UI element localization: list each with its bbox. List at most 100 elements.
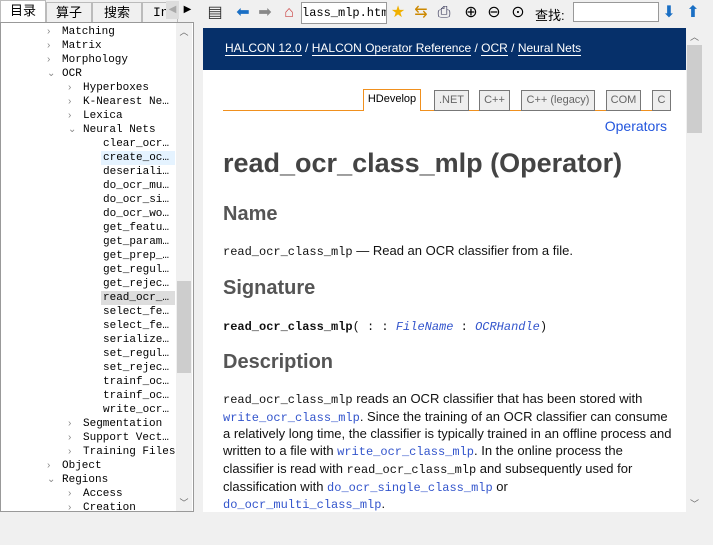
chevron-down-icon[interactable]: ⌄ (68, 123, 78, 137)
tree-item[interactable]: set_rejec… (101, 361, 175, 375)
description-heading: Description (223, 351, 334, 373)
tree-item[interactable]: get_param… (101, 235, 175, 249)
chevron-right-icon[interactable]: › (68, 109, 78, 123)
chevron-right-icon[interactable]: › (68, 81, 78, 95)
tab-search[interactable]: 搜索 (92, 2, 142, 23)
scroll-down-icon[interactable]: ﹀ (686, 497, 703, 510)
tree-item[interactable]: Training Files (81, 445, 177, 459)
breadcrumb-link-reference[interactable]: HALCON Operator Reference (311, 41, 472, 56)
tree-item[interactable]: trainf_oc… (101, 375, 175, 389)
document-scrollbar-thumb[interactable] (687, 45, 702, 133)
zoom-in-icon[interactable]: ⊕ (461, 3, 481, 23)
signature-heading: Signature (223, 277, 316, 299)
print-icon[interactable]: ⎙ (434, 3, 454, 23)
tree-item[interactable]: Matching (60, 25, 117, 39)
param-ocrhandle[interactable]: OCRHandle (475, 320, 540, 334)
tree-item[interactable]: Access (81, 487, 125, 501)
signature-open: ( : : (352, 320, 396, 334)
tree-item[interactable]: deseriali… (101, 165, 175, 179)
tree-item[interactable]: get_rejec… (101, 277, 175, 291)
tree-item[interactable]: do_ocr_si… (101, 193, 175, 207)
tab-c[interactable]: C (652, 90, 671, 111)
tree-item[interactable]: Support Vect… (81, 431, 171, 445)
scroll-up-icon[interactable]: ︿ (176, 25, 192, 38)
signature-close: ) (539, 320, 548, 334)
tree-item[interactable]: Neural Nets (81, 123, 158, 137)
signature-sep: : (453, 320, 476, 334)
tree-item[interactable]: select_fe… (101, 305, 175, 319)
chevron-right-icon[interactable]: › (47, 25, 57, 39)
toggle-sidebar-icon[interactable]: ▤ (205, 3, 225, 23)
link-do-ocr-single-class-mlp[interactable]: do_ocr_single_class_mlp (327, 481, 493, 495)
link-write-ocr-class-mlp[interactable]: write_ocr_class_mlp (223, 411, 360, 425)
tree-item[interactable]: Morphology (60, 53, 130, 67)
back-arrow-icon[interactable]: ⬅ (233, 3, 253, 23)
scroll-down-icon[interactable]: ﹀ (176, 496, 192, 509)
link-do-ocr-multi-class-mlp[interactable]: do_ocr_multi_class_mlp (223, 498, 381, 512)
sync-toc-icon[interactable]: ⇆ (411, 3, 431, 23)
chevron-down-icon[interactable]: ⌄ (47, 473, 57, 487)
tree-item[interactable]: OCR (60, 67, 84, 81)
chevron-right-icon[interactable]: › (68, 431, 78, 445)
tab-dotnet[interactable]: .NET (434, 90, 469, 111)
tree-item[interactable]: do_ocr_mu… (101, 179, 175, 193)
tree-item[interactable]: Creation (81, 501, 138, 511)
tree-item[interactable]: get_featu… (101, 221, 175, 235)
breadcrumb-link-neural-nets[interactable]: Neural Nets (517, 41, 582, 56)
tree-scrollbar[interactable]: ︿ ﹀ (176, 23, 192, 511)
favorites-star-icon[interactable]: ★ (388, 3, 408, 23)
chevron-right-icon[interactable]: › (68, 95, 78, 109)
home-icon[interactable]: ⌂ (279, 3, 299, 23)
breadcrumb-link-halcon[interactable]: HALCON 12.0 (225, 41, 302, 56)
tab-scroll-left-button[interactable]: ◀ (166, 1, 179, 19)
chevron-right-icon[interactable]: › (47, 39, 57, 53)
tree-item[interactable]: read_ocr_… (101, 291, 175, 305)
scroll-up-icon[interactable]: ︿ (686, 30, 703, 43)
document-scrollbar[interactable]: ︿ ﹀ (686, 28, 703, 512)
chevron-right-icon[interactable]: › (68, 487, 78, 501)
chevron-right-icon[interactable]: › (68, 417, 78, 431)
zoom-out-icon[interactable]: ⊖ (484, 3, 504, 23)
find-next-icon[interactable]: ⬇ (659, 3, 679, 23)
tree-item[interactable]: get_prep_… (101, 249, 175, 263)
chevron-right-icon[interactable]: › (68, 445, 78, 459)
tree-item[interactable]: select_fe… (101, 319, 175, 333)
forward-arrow-icon[interactable]: ➡ (255, 3, 275, 23)
breadcrumb-link-ocr[interactable]: OCR (481, 41, 508, 56)
tree-item[interactable]: Hyperboxes (81, 81, 151, 95)
chevron-down-icon[interactable]: ⌄ (47, 67, 57, 81)
tree-item[interactable]: Segmentation (81, 417, 164, 431)
tree-item[interactable]: Matrix (60, 39, 104, 53)
tree-item[interactable]: trainf_oc… (101, 389, 175, 403)
tree-item[interactable]: serialize… (101, 333, 175, 347)
param-filename[interactable]: FileName (396, 320, 454, 334)
tree-item[interactable]: write_ocr… (101, 403, 175, 417)
find-previous-icon[interactable]: ⬆ (683, 3, 703, 23)
chevron-right-icon[interactable]: › (47, 459, 57, 473)
tab-hdevelop[interactable]: HDevelop (363, 89, 421, 111)
tree-item[interactable]: Lexica (81, 109, 125, 123)
tree-item[interactable]: K-Nearest Ne… (81, 95, 171, 109)
address-field[interactable]: lass_mlp.html (301, 2, 387, 24)
tab-cpp[interactable]: C++ (479, 90, 510, 111)
tree-item[interactable]: get_regul… (101, 263, 175, 277)
tree-item[interactable]: do_ocr_wo… (101, 207, 175, 221)
tree-scrollbar-thumb[interactable] (177, 281, 191, 373)
tree-item[interactable]: Regions (60, 473, 110, 487)
link-write-ocr-class-mlp[interactable]: write_ocr_class_mlp (337, 445, 474, 459)
tab-scroll-right-button[interactable]: ▶ (181, 1, 194, 19)
tree-item[interactable]: set_regul… (101, 347, 175, 361)
find-input[interactable] (573, 2, 659, 22)
chevron-right-icon[interactable]: › (47, 53, 57, 67)
tree-item[interactable]: create_oc… (101, 151, 175, 165)
tab-operators[interactable]: 算子 (46, 2, 92, 23)
tab-contents[interactable]: 目录 (0, 0, 46, 23)
tab-cpp-legacy[interactable]: C++ (legacy) (521, 90, 595, 111)
name-heading: Name (223, 203, 278, 225)
chevron-right-icon[interactable]: › (68, 501, 78, 511)
tree-item[interactable]: clear_ocr… (101, 137, 175, 151)
reset-zoom-icon[interactable]: ⊙ (508, 3, 528, 23)
tree-item[interactable]: Object (60, 459, 104, 473)
operators-link[interactable]: Operators (603, 118, 667, 134)
tab-com[interactable]: COM (606, 90, 641, 111)
